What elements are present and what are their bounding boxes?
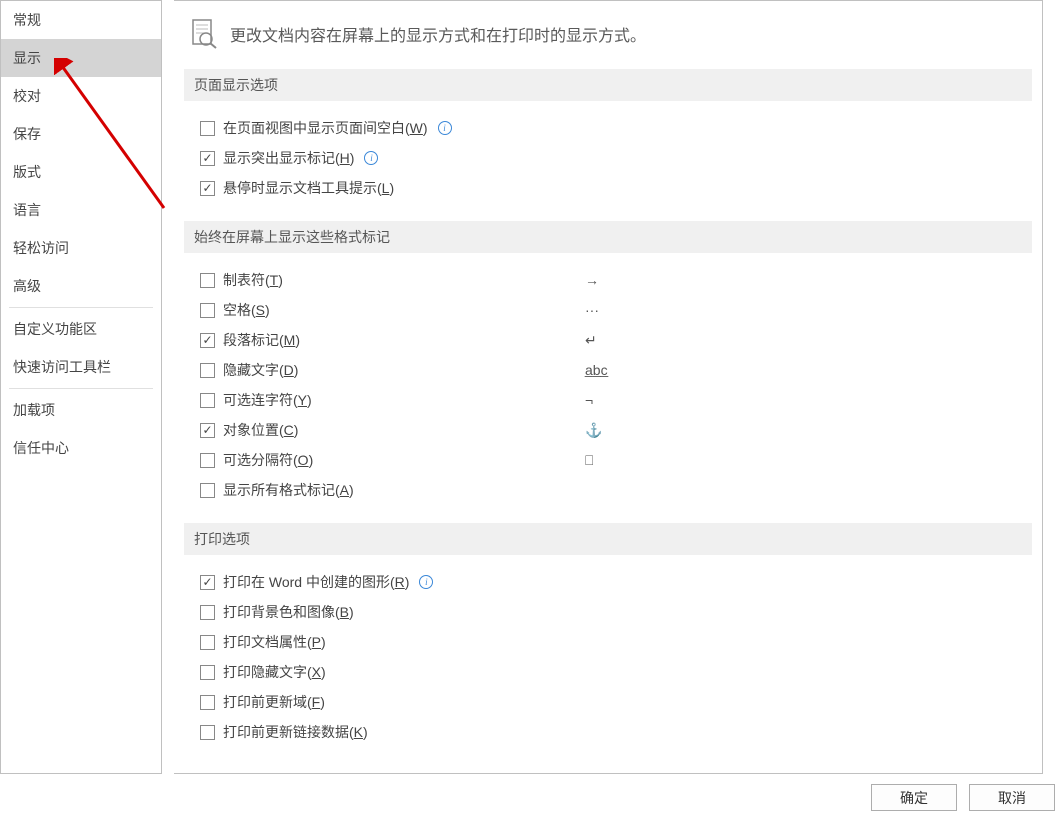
sidebar-item-6[interactable]: 轻松访问 xyxy=(1,229,161,267)
format-marks-options-row-1: 空格(S) ··· xyxy=(200,295,1032,325)
format-marks-options-row-7: 显示所有格式标记(A) xyxy=(200,475,1032,505)
dialog-footer: 确定 取消 xyxy=(871,784,1055,811)
printing-options-row-3: 打印隐藏文字(X) xyxy=(200,657,1032,687)
checkbox-S[interactable] xyxy=(200,303,215,318)
checkbox-K[interactable] xyxy=(200,725,215,740)
section-header-format-marks: 始终在屏幕上显示这些格式标记 xyxy=(184,221,1032,253)
format-marks-options-row-6: 可选分隔符(O) ⎕ xyxy=(200,445,1032,475)
option-label-W[interactable]: 在页面视图中显示页面间空白(W) xyxy=(223,118,428,138)
page-title-row: 更改文档内容在屏幕上的显示方式和在打印时的显示方式。 xyxy=(184,19,1032,49)
checkbox-C[interactable] xyxy=(200,423,215,438)
options-dialog: 常规显示校对保存版式语言轻松访问高级自定义功能区快速访问工具栏加载项信任中心 更… xyxy=(0,0,1043,774)
sidebar-item-11[interactable]: 信任中心 xyxy=(1,429,161,467)
display-options-icon xyxy=(190,19,218,49)
checkbox-B[interactable] xyxy=(200,605,215,620)
format-marks-options: 制表符(T) → 空格(S) ··· 段落标记(M) ↵ 隐藏文字(D) a̲b̲c̲ 可选连字… xyxy=(184,265,1032,505)
checkbox-A[interactable] xyxy=(200,483,215,498)
option-label-S[interactable]: 空格(S) xyxy=(223,300,270,320)
checkbox-F[interactable] xyxy=(200,695,215,710)
sidebar-item-0[interactable]: 常规 xyxy=(1,1,161,39)
sidebar-item-5[interactable]: 语言 xyxy=(1,191,161,229)
format-marks-options-row-4: 可选连字符(Y) ¬ xyxy=(200,385,1032,415)
sidebar-item-10[interactable]: 加载项 xyxy=(1,391,161,429)
printing-options-row-5: 打印前更新链接数据(K) xyxy=(200,717,1032,747)
format-symbol-O: ⎕ xyxy=(585,452,593,469)
format-symbol-Y: ¬ xyxy=(585,392,593,408)
format-symbol-M: ↵ xyxy=(585,332,597,349)
checkbox-O[interactable] xyxy=(200,453,215,468)
main-panel: 更改文档内容在屏幕上的显示方式和在打印时的显示方式。 页面显示选项 在页面视图中… xyxy=(174,0,1043,774)
option-label-K[interactable]: 打印前更新链接数据(K) xyxy=(223,722,368,742)
page-display-options: 在页面视图中显示页面间空白(W) i 显示突出显示标记(H) i 悬停时显示文档工具提示… xyxy=(184,113,1032,203)
sidebar-divider xyxy=(9,307,153,308)
checkbox-D[interactable] xyxy=(200,363,215,378)
option-label-P[interactable]: 打印文档属性(P) xyxy=(223,632,326,652)
checkbox-M[interactable] xyxy=(200,333,215,348)
sidebar-item-9[interactable]: 快速访问工具栏 xyxy=(1,348,161,386)
format-marks-options-row-2: 段落标记(M) ↵ xyxy=(200,325,1032,355)
printing-options-row-0: 打印在 Word 中创建的图形(R) i xyxy=(200,567,1032,597)
printing-options-row-2: 打印文档属性(P) xyxy=(200,627,1032,657)
checkbox-Y[interactable] xyxy=(200,393,215,408)
printing-options-row-1: 打印背景色和图像(B) xyxy=(200,597,1032,627)
page-title: 更改文档内容在屏幕上的显示方式和在打印时的显示方式。 xyxy=(230,22,646,46)
page-display-options-row-1: 显示突出显示标记(H) i xyxy=(200,143,1032,173)
option-label-O[interactable]: 可选分隔符(O) xyxy=(223,450,313,470)
option-label-M[interactable]: 段落标记(M) xyxy=(223,330,300,350)
format-symbol-D: a̲b̲c̲ xyxy=(585,362,608,378)
format-symbol-S: ··· xyxy=(585,302,599,318)
option-label-X[interactable]: 打印隐藏文字(X) xyxy=(223,662,326,682)
cancel-button[interactable]: 取消 xyxy=(969,784,1055,811)
info-icon[interactable]: i xyxy=(364,151,378,165)
option-label-Y[interactable]: 可选连字符(Y) xyxy=(223,390,312,410)
section-header-printing: 打印选项 xyxy=(184,523,1032,555)
option-label-R[interactable]: 打印在 Word 中创建的图形(R) xyxy=(223,572,409,592)
option-label-H[interactable]: 显示突出显示标记(H) xyxy=(223,148,354,168)
printing-options: 打印在 Word 中创建的图形(R) i 打印背景色和图像(B) 打印文档属性(P) 打… xyxy=(184,567,1032,747)
sidebar-item-4[interactable]: 版式 xyxy=(1,153,161,191)
sidebar-divider xyxy=(9,388,153,389)
option-label-F[interactable]: 打印前更新域(F) xyxy=(223,692,325,712)
sidebar-item-8[interactable]: 自定义功能区 xyxy=(1,310,161,348)
format-symbol-T: → xyxy=(585,272,599,288)
page-display-options-row-0: 在页面视图中显示页面间空白(W) i xyxy=(200,113,1032,143)
page-display-options-row-2: 悬停时显示文档工具提示(L) xyxy=(200,173,1032,203)
sidebar: 常规显示校对保存版式语言轻松访问高级自定义功能区快速访问工具栏加载项信任中心 xyxy=(0,0,162,774)
format-marks-options-row-5: 对象位置(C) ⚓ xyxy=(200,415,1032,445)
sidebar-item-3[interactable]: 保存 xyxy=(1,115,161,153)
sidebar-item-1[interactable]: 显示 xyxy=(1,39,161,77)
option-label-D[interactable]: 隐藏文字(D) xyxy=(223,360,298,380)
checkbox-P[interactable] xyxy=(200,635,215,650)
sidebar-item-2[interactable]: 校对 xyxy=(1,77,161,115)
option-label-L[interactable]: 悬停时显示文档工具提示(L) xyxy=(223,178,394,198)
format-marks-options-row-3: 隐藏文字(D) a̲b̲c̲ xyxy=(200,355,1032,385)
format-marks-options-row-0: 制表符(T) → xyxy=(200,265,1032,295)
section-header-page-display: 页面显示选项 xyxy=(184,69,1032,101)
checkbox-X[interactable] xyxy=(200,665,215,680)
checkbox-H[interactable] xyxy=(200,151,215,166)
option-label-T[interactable]: 制表符(T) xyxy=(223,270,283,290)
info-icon[interactable]: i xyxy=(419,575,433,589)
printing-options-row-4: 打印前更新域(F) xyxy=(200,687,1032,717)
ok-button[interactable]: 确定 xyxy=(871,784,957,811)
option-label-A[interactable]: 显示所有格式标记(A) xyxy=(223,480,354,500)
checkbox-T[interactable] xyxy=(200,273,215,288)
checkbox-R[interactable] xyxy=(200,575,215,590)
checkbox-L[interactable] xyxy=(200,181,215,196)
info-icon[interactable]: i xyxy=(438,121,452,135)
format-symbol-C: ⚓ xyxy=(585,422,602,439)
sidebar-item-7[interactable]: 高级 xyxy=(1,267,161,305)
option-label-B[interactable]: 打印背景色和图像(B) xyxy=(223,602,354,622)
option-label-C[interactable]: 对象位置(C) xyxy=(223,420,298,440)
checkbox-W[interactable] xyxy=(200,121,215,136)
